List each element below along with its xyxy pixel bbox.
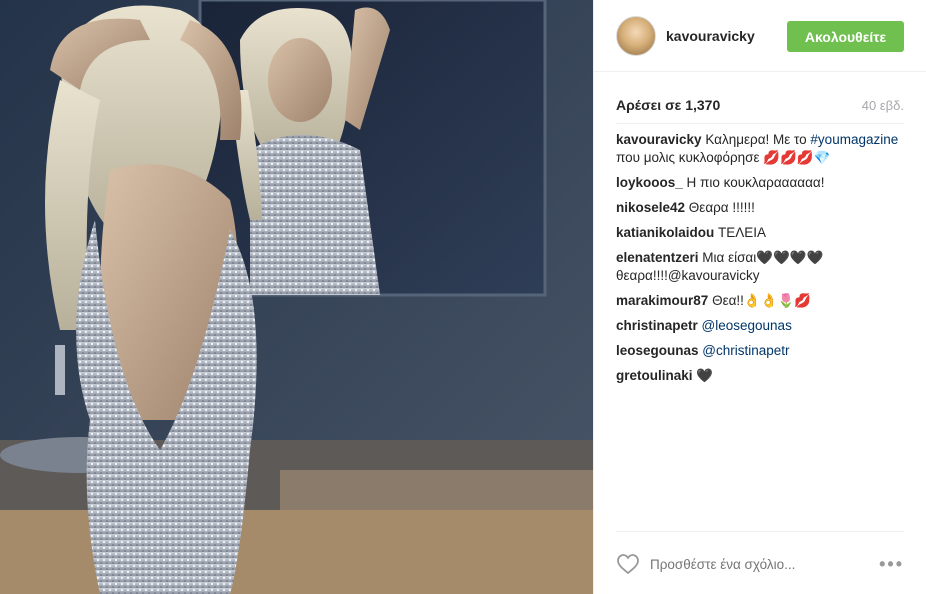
comment-username[interactable]: leosegounas [616, 343, 699, 358]
comment-item: kavouravicky Καλημερα! Με το #youmagazin… [616, 131, 906, 167]
comment-text: ΤΕΛΕΙΑ [714, 225, 767, 240]
comment-item: nikosele42 Θεαρα !!!!!! [616, 199, 906, 217]
post-photo[interactable] [0, 0, 593, 594]
likes-row: Αρέσει σε 1,370 40 εβδ. [616, 95, 904, 115]
comment-tag-link[interactable]: #youmagazine [810, 132, 898, 147]
comment-item: leosegounas @christinapetr [616, 342, 906, 360]
comment-text: που μολις κυκλοφόρησε 💋💋💋💎 [616, 150, 831, 165]
following-button[interactable]: Ακολουθείτε [787, 21, 904, 52]
comment-input[interactable] [648, 548, 880, 580]
comment-item: christinapetr @leosegounas [616, 317, 906, 335]
comment-username[interactable]: loykooos_ [616, 175, 683, 190]
divider [616, 123, 904, 124]
comment-item: marakimour87 Θεα!!👌👌🌷💋 [616, 292, 906, 310]
comment-text: Θεαρα !!!!!! [685, 200, 755, 215]
comment-list: kavouravicky Καλημερα! Με το #youmagazin… [616, 131, 906, 392]
comment-text: Η πιο κουκλαραααααα! [682, 175, 825, 190]
comment-item: elenatentzeri Μια είσαι🖤🖤🖤🖤θεαρα!!!!@kav… [616, 249, 906, 285]
comment-username[interactable]: christinapetr [616, 318, 698, 333]
comment-item: gretoulinaki 🖤 [616, 367, 906, 385]
divider [616, 531, 904, 532]
post-side-panel: kavouravicky Ακολουθείτε Αρέσει σε 1,370… [593, 0, 926, 594]
comment-username[interactable]: gretoulinaki [616, 368, 693, 383]
post-header: kavouravicky Ακολουθείτε [594, 0, 926, 72]
comment-bar: ••• [616, 546, 904, 582]
post-username[interactable]: kavouravicky [666, 28, 755, 44]
heart-outline-icon[interactable] [616, 553, 640, 575]
post-time[interactable]: 40 εβδ. [862, 98, 904, 113]
comment-username[interactable]: kavouravicky [616, 132, 702, 147]
avatar[interactable] [616, 15, 656, 56]
comment-text: Θεα!!👌👌🌷💋 [708, 293, 812, 308]
more-options-ellipsis-icon[interactable]: ••• [879, 554, 904, 575]
comment-item: katianikolaidou ΤΕΛΕΙΑ [616, 224, 906, 242]
likes-count[interactable]: Αρέσει σε 1,370 [616, 97, 720, 113]
comment-username[interactable]: nikosele42 [616, 200, 685, 215]
comment-tag-link[interactable]: @leosegounas [702, 318, 792, 333]
comment-username[interactable]: katianikolaidou [616, 225, 714, 240]
comment-tag-link[interactable]: @christinapetr [702, 343, 789, 358]
comment-text: Καλημερα! Με το [701, 132, 811, 147]
comment-item: loykooos_ Η πιο κουκλαραααααα! [616, 174, 906, 192]
comment-username[interactable]: marakimour87 [616, 293, 708, 308]
comment-text: 🖤 [692, 368, 714, 383]
comment-username[interactable]: elenatentzeri [616, 250, 699, 265]
